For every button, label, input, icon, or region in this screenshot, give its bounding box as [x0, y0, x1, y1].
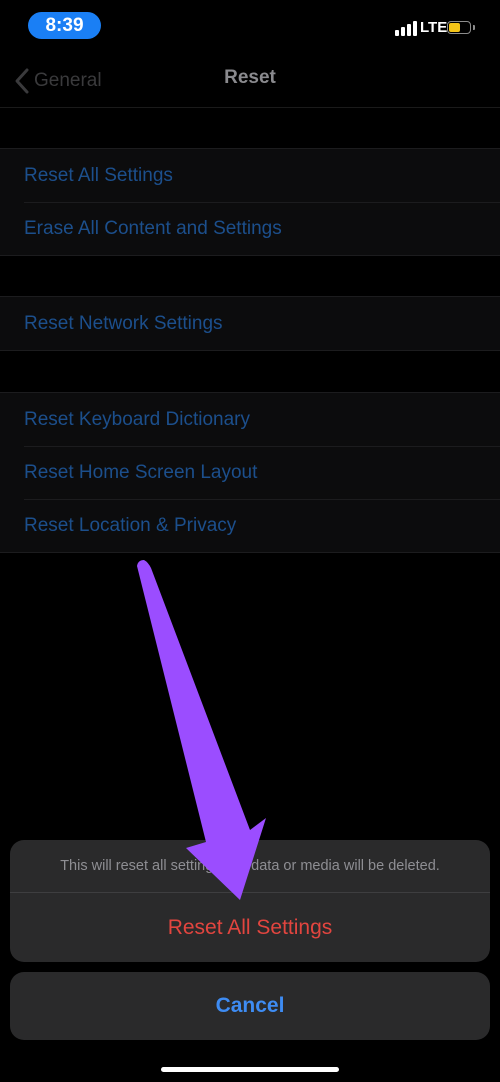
reset-home-screen-layout-row[interactable]: Reset Home Screen Layout	[0, 446, 500, 499]
reset-network-settings-row[interactable]: Reset Network Settings	[0, 297, 500, 350]
settings-group-1: Reset All Settings Erase All Content and…	[0, 148, 500, 256]
status-time: 8:39	[28, 12, 101, 39]
network-type: LTE	[420, 19, 448, 36]
navigation-bar: General Reset	[0, 52, 500, 108]
cellular-signal-icon	[395, 20, 417, 36]
reset-keyboard-dictionary-row[interactable]: Reset Keyboard Dictionary	[0, 393, 500, 446]
home-indicator[interactable]	[161, 1067, 339, 1072]
page-title: Reset	[224, 67, 276, 88]
settings-group-3: Reset Keyboard Dictionary Reset Home Scr…	[0, 392, 500, 553]
erase-all-content-row[interactable]: Erase All Content and Settings	[0, 202, 500, 255]
confirm-reset-all-settings-button[interactable]: Reset All Settings	[10, 893, 490, 962]
status-bar: 8:39 LTE	[0, 0, 500, 50]
reset-location-privacy-row[interactable]: Reset Location & Privacy	[0, 499, 500, 552]
settings-group-2: Reset Network Settings	[0, 296, 500, 351]
battery-tip	[473, 25, 475, 30]
reset-all-settings-row[interactable]: Reset All Settings	[0, 149, 500, 202]
battery-icon	[447, 21, 471, 34]
action-sheet-message: This will reset all settings. No data or…	[10, 840, 490, 893]
cancel-button[interactable]: Cancel	[10, 972, 490, 1040]
action-sheet: This will reset all settings. No data or…	[10, 840, 490, 962]
